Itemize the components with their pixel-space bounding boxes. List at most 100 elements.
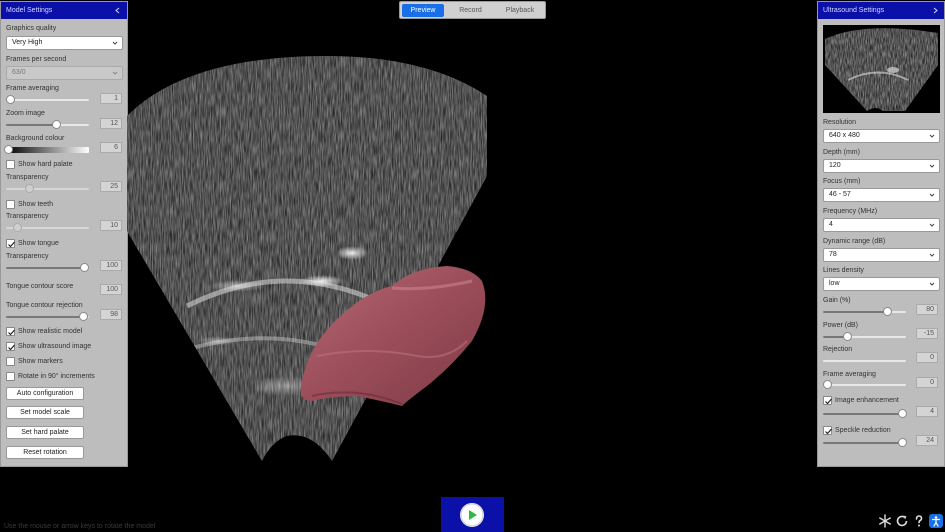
speckle-reduction-checkbox[interactable]: Speckle reduction [823,425,891,435]
ultrasound-viewport[interactable] [127,56,487,466]
show-markers-checkbox[interactable]: Show markers [6,356,63,366]
show-tongue-label: Show tongue [18,239,59,247]
slider-thumb[interactable] [823,380,832,389]
transparency-tongue-slider[interactable] [6,263,89,273]
dynamic-range-select[interactable]: 78 [823,248,940,262]
zoom-value[interactable]: 12 [100,118,122,129]
tab-playback[interactable]: Playback [497,4,543,17]
slider-thumb[interactable] [6,95,15,104]
show-teeth-checkbox[interactable]: Show teeth [6,199,53,209]
slider-thumb[interactable] [4,145,13,154]
zoom-slider[interactable] [6,120,89,130]
image-enhancement-checkbox[interactable]: Image enhancement [823,395,899,405]
gain-value[interactable]: 80 [916,304,938,315]
transparency-tongue-label: Transparency [6,253,49,260]
slider-thumb[interactable] [898,438,907,447]
contour-rejection-value[interactable]: 98 [100,309,122,320]
image-enhancement-label: Image enhancement [835,396,899,404]
dynamic-range-label: Dynamic range (dB) [823,238,886,245]
slider-thumb[interactable] [898,409,907,418]
speckle-reduction-slider[interactable] [823,438,907,448]
set-hard-palate-button[interactable]: Set hard palate [6,426,84,439]
slider-thumb[interactable] [883,307,892,316]
rejection-slider[interactable] [823,356,906,366]
chevron-left-icon[interactable] [114,2,122,19]
ultrasound-settings-header[interactable]: Ultrasound Settings [818,2,944,19]
auto-config-button[interactable]: Auto configuration [6,387,84,400]
model-settings-header[interactable]: Model Settings [1,2,127,19]
chevron-down-icon [929,223,935,227]
gain-slider[interactable] [823,307,906,317]
us-frame-averaging-value[interactable]: 0 [916,377,938,388]
snowflake-icon[interactable] [878,514,892,528]
frame-averaging-value[interactable]: 1 [100,93,122,104]
rejection-label: Rejection [823,346,853,353]
slider-thumb[interactable] [80,263,89,272]
power-slider[interactable] [823,332,906,342]
slider-thumb [13,223,22,232]
set-model-scale-button[interactable]: Set model scale [6,406,84,419]
depth-select[interactable]: 120 [823,159,940,173]
fps-label: Frames per second [6,56,67,63]
zoom-label: Zoom image [6,110,45,117]
frame-averaging-label: Frame averaging [6,85,59,92]
speckle-reduction-label: Speckle reduction [835,426,891,434]
tab-record[interactable]: Record [444,4,497,17]
slider-thumb[interactable] [843,332,852,341]
chevron-down-icon [112,41,118,45]
dynamic-range-value: 78 [829,251,837,258]
play-icon [460,503,484,527]
check-icon [8,241,15,247]
chevron-down-icon [929,134,935,138]
view-tabs: Preview Record Playback [399,1,546,19]
us-frame-averaging-label: Frame averaging [823,371,876,378]
transparency-tongue-value[interactable]: 100 [100,260,122,271]
show-realistic-label: Show realistic model [18,327,83,335]
speckle-reduction-value[interactable]: 24 [916,435,938,446]
show-realistic-checkbox[interactable]: Show realistic model [6,326,82,336]
image-enhancement-value[interactable]: 4 [916,406,938,417]
focus-select[interactable]: 46 - 57 [823,188,940,202]
gain-label: Gain (%) [823,297,851,304]
play-button[interactable] [460,503,484,527]
frequency-label: Frequency (MHz) [823,208,878,215]
transparency-teeth-value: 10 [100,220,122,231]
tab-preview[interactable]: Preview [402,3,444,17]
chevron-right-icon[interactable] [931,2,939,19]
frame-averaging-slider[interactable] [6,95,89,105]
show-hard-palate-label: Show hard palate [18,160,73,168]
corner-toolbar [878,514,943,528]
transparency-palate-value: 25 [100,181,122,192]
frequency-select[interactable]: 4 [823,218,940,232]
show-ultrasound-checkbox[interactable]: Show ultrasound image [6,341,91,351]
slider-thumb[interactable] [79,312,88,321]
contour-rejection-slider[interactable] [6,312,89,322]
model-settings-title: Model Settings [6,7,53,14]
show-hard-palate-checkbox[interactable]: Show hard palate [6,159,72,169]
help-icon[interactable] [912,514,926,528]
lines-density-value: low [829,280,840,287]
slider-thumb[interactable] [52,120,61,129]
show-tongue-checkbox[interactable]: Show tongue [6,238,59,248]
lines-density-select[interactable]: low [823,277,940,291]
background-colour-slider[interactable] [4,145,89,154]
rotate-90-checkbox[interactable]: Rotate in 90° increments [6,371,95,381]
slider-thumb [25,184,34,193]
us-frame-averaging-slider[interactable] [823,380,906,390]
reset-rotation-button[interactable]: Reset rotation [6,446,84,459]
resolution-select[interactable]: 640 x 480 [823,129,940,143]
chevron-down-icon [929,253,935,257]
power-value[interactable]: -15 [916,328,938,339]
rejection-value[interactable]: 0 [916,352,938,363]
check-icon [8,329,15,335]
lines-density-label: Lines density [823,267,864,274]
refresh-icon[interactable] [895,514,909,528]
accessibility-icon[interactable] [929,514,943,528]
check-icon [8,344,15,350]
show-teeth-label: Show teeth [18,200,54,208]
chevron-down-icon [929,282,935,286]
graphics-quality-select[interactable]: Very High [6,36,123,50]
image-enhancement-slider[interactable] [823,409,907,419]
check-icon [825,398,832,404]
background-value[interactable]: 6 [100,142,122,153]
